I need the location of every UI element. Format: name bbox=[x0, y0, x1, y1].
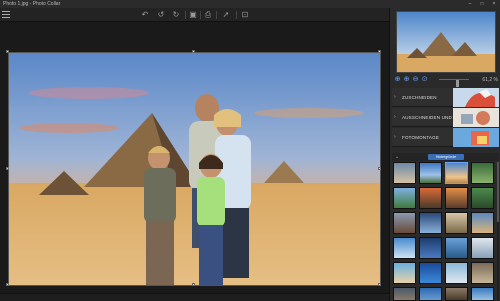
background-thumbnail[interactable] bbox=[445, 212, 468, 234]
background-thumbnail[interactable] bbox=[393, 162, 416, 184]
section-thumbnail bbox=[453, 88, 499, 107]
background-thumbnail[interactable] bbox=[445, 187, 468, 209]
section-label: ZUSCHNEIDEN bbox=[402, 95, 437, 100]
toolbar: ↶ ↺ ↻ ▣ ⎙ ➚ ⊡ bbox=[0, 8, 389, 22]
background-thumbnail[interactable] bbox=[471, 237, 494, 259]
background-thumbnail[interactable] bbox=[419, 162, 442, 184]
background-thumbnail[interactable] bbox=[393, 262, 416, 284]
chevron-down-icon[interactable]: ⌄ bbox=[395, 153, 399, 161]
background-thumbnail[interactable] bbox=[471, 287, 494, 301]
background-thumbnail[interactable] bbox=[471, 162, 494, 184]
background-thumbnail[interactable] bbox=[445, 162, 468, 184]
toolbar-divider bbox=[216, 11, 217, 19]
background-thumbnail[interactable] bbox=[419, 262, 442, 284]
section-ausschneiden-ersetzen[interactable]: › AUSSCHNEIDEN UND ERSETZEN bbox=[392, 108, 499, 127]
crop-handle[interactable] bbox=[378, 167, 381, 170]
zoom-in-icon[interactable]: ⊕ bbox=[403, 76, 410, 83]
crop-handle[interactable] bbox=[6, 167, 9, 170]
canvas-area[interactable] bbox=[0, 22, 389, 301]
crop-handle[interactable] bbox=[378, 50, 381, 53]
tab-backgrounds[interactable]: Hintergründe bbox=[428, 154, 464, 160]
zoom-value: 61,2 % bbox=[482, 77, 498, 83]
background-thumbnail[interactable] bbox=[393, 212, 416, 234]
background-thumbnail[interactable] bbox=[419, 287, 442, 301]
zoom-fit-icon[interactable]: ⊕ bbox=[394, 76, 401, 83]
chevron-right-icon: › bbox=[394, 94, 396, 100]
status-bar bbox=[0, 293, 389, 301]
preview-image bbox=[397, 12, 495, 72]
zoom-slider[interactable] bbox=[439, 79, 469, 87]
background-thumbnail[interactable] bbox=[445, 262, 468, 284]
print-icon[interactable]: ⎙ bbox=[203, 10, 213, 20]
backgrounds-scrollbar[interactable] bbox=[497, 162, 499, 301]
background-thumbnail[interactable] bbox=[419, 187, 442, 209]
right-panel: ⊕ ⊕ ⊖ ⊙ 61,2 % › ZUSCHNEIDEN › AUSSCHNEI… bbox=[389, 8, 500, 301]
hamburger-menu-icon[interactable] bbox=[2, 11, 10, 18]
chevron-right-icon: › bbox=[394, 134, 396, 140]
background-thumbnail[interactable] bbox=[419, 237, 442, 259]
background-thumbnail[interactable] bbox=[393, 237, 416, 259]
save-icon[interactable]: ▣ bbox=[188, 10, 198, 20]
toolbar-divider bbox=[200, 11, 201, 19]
toolbar-divider bbox=[236, 11, 237, 19]
zoom-out-icon[interactable]: ⊖ bbox=[412, 76, 419, 83]
share-icon[interactable]: ➚ bbox=[221, 10, 231, 20]
crop-view-icon[interactable]: ⊡ bbox=[240, 10, 250, 20]
section-zuschneiden[interactable]: › ZUSCHNEIDEN bbox=[392, 88, 499, 107]
background-thumbnail[interactable] bbox=[393, 187, 416, 209]
background-thumbnail[interactable] bbox=[471, 187, 494, 209]
section-thumbnail bbox=[453, 128, 499, 147]
section-fotomontage[interactable]: › FOTOMONTAGE bbox=[392, 128, 499, 147]
zoom-bar: ⊕ ⊕ ⊖ ⊙ 61,2 % bbox=[394, 75, 498, 87]
crop-handle[interactable] bbox=[192, 283, 195, 286]
title-bar: Photo 1.jpg - Photo Collar – □ × bbox=[0, 0, 500, 8]
redo-icon[interactable]: ↻ bbox=[171, 10, 181, 20]
crop-handle[interactable] bbox=[378, 283, 381, 286]
window-title: Photo 1.jpg - Photo Collar bbox=[3, 1, 61, 7]
minimize-icon[interactable]: – bbox=[464, 0, 476, 8]
photo-canvas[interactable] bbox=[8, 52, 381, 286]
zoom-slider-handle[interactable] bbox=[455, 80, 459, 87]
crop-handle[interactable] bbox=[6, 50, 9, 53]
navigator-preview[interactable] bbox=[396, 11, 496, 73]
background-thumbnail[interactable] bbox=[419, 212, 442, 234]
close-icon[interactable]: × bbox=[488, 0, 500, 8]
backgrounds-grid bbox=[393, 162, 499, 301]
backgrounds-header: ⌄ Hintergründe bbox=[392, 153, 499, 161]
section-label: FOTOMONTAGE bbox=[402, 135, 440, 140]
maximize-icon[interactable]: □ bbox=[476, 0, 488, 8]
background-thumbnail[interactable] bbox=[471, 212, 494, 234]
background-thumbnail[interactable] bbox=[445, 237, 468, 259]
toolbar-divider bbox=[185, 11, 186, 19]
background-thumbnail[interactable] bbox=[393, 287, 416, 301]
crop-handle[interactable] bbox=[6, 283, 9, 286]
family-pyramids-photo bbox=[9, 53, 380, 285]
crop-handle[interactable] bbox=[192, 50, 195, 53]
undo-all-icon[interactable]: ↶ bbox=[140, 10, 150, 20]
app-window: Photo 1.jpg - Photo Collar – □ × ↶ ↺ ↻ ▣… bbox=[0, 0, 500, 301]
scrollbar-thumb[interactable] bbox=[497, 162, 499, 222]
chevron-right-icon: › bbox=[394, 114, 396, 120]
zoom-actual-icon[interactable]: ⊙ bbox=[421, 76, 428, 83]
background-thumbnail[interactable] bbox=[471, 262, 494, 284]
background-thumbnail[interactable] bbox=[445, 287, 468, 301]
undo-icon[interactable]: ↺ bbox=[156, 10, 166, 20]
section-thumbnail bbox=[453, 108, 499, 127]
